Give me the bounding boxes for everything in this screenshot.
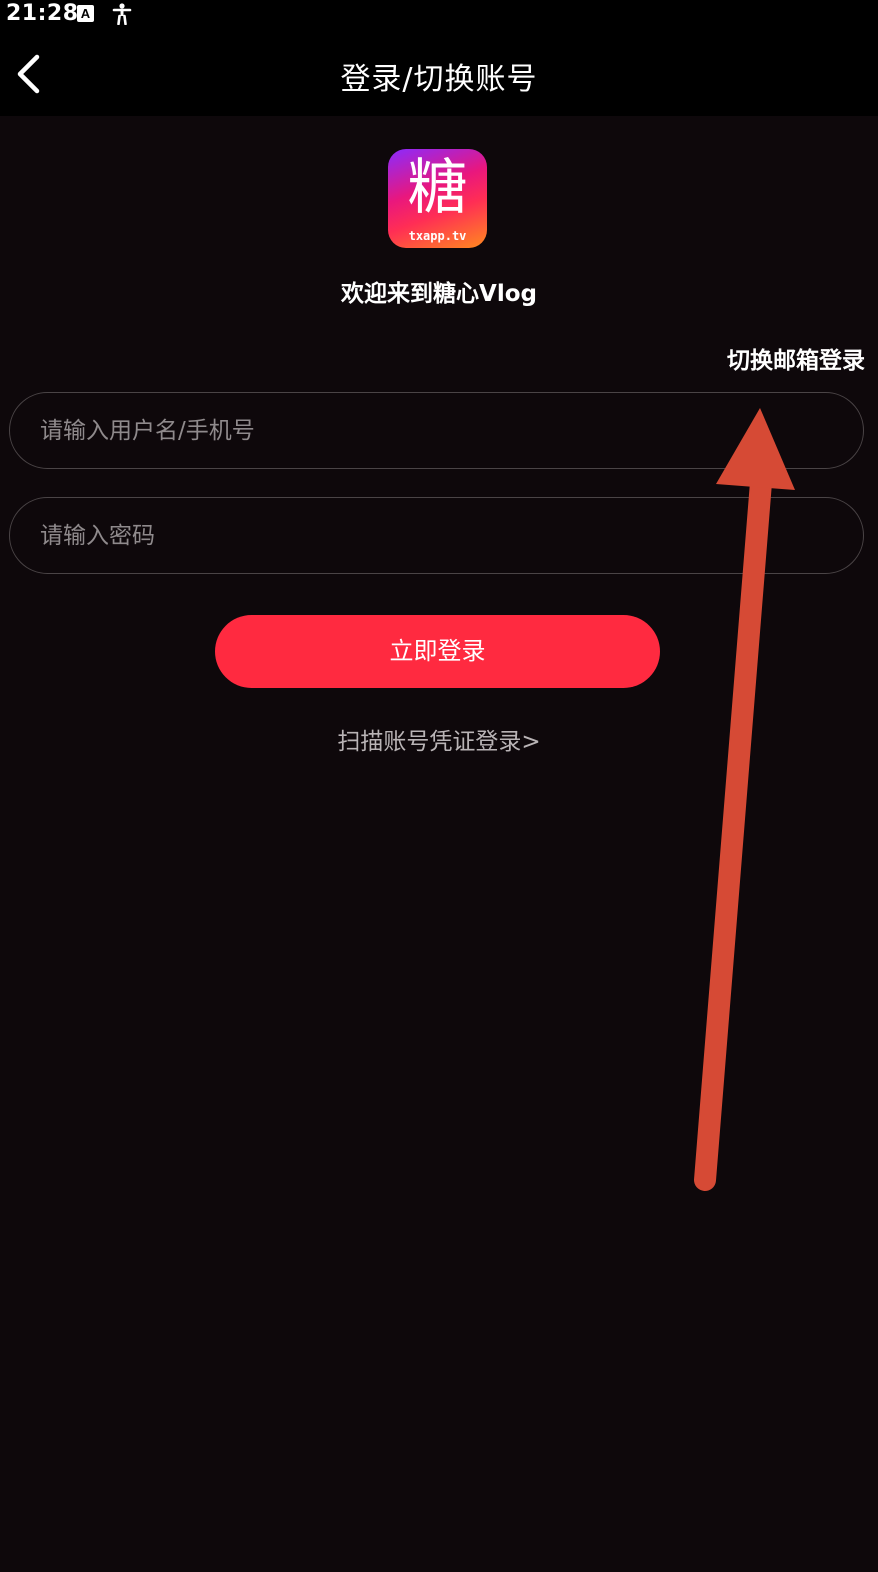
welcome-text: 欢迎来到糖心Vlog (341, 281, 537, 307)
header: 登录/切换账号 (0, 30, 878, 116)
a-notification-icon: A (77, 5, 94, 22)
scan-credential-login-link[interactable]: 扫描账号凭证登录> (0, 722, 878, 756)
password-field[interactable] (9, 497, 864, 574)
login-button[interactable]: 立即登录 (215, 615, 660, 688)
switch-email-login-link[interactable]: 切换邮箱登录 (727, 341, 865, 375)
app-logo: 糖 txapp.tv (388, 149, 487, 248)
password-input[interactable] (38, 498, 822, 574)
status-time: 21:28 (6, 1, 79, 26)
logo-character: 糖 (407, 153, 468, 223)
logo-url: txapp.tv (408, 229, 467, 243)
username-input[interactable] (38, 393, 822, 469)
page-title: 登录/切换账号 (340, 62, 538, 97)
accessibility-icon (112, 3, 132, 26)
status-bar: 21:28 A (0, 0, 878, 30)
username-field[interactable] (9, 392, 864, 469)
